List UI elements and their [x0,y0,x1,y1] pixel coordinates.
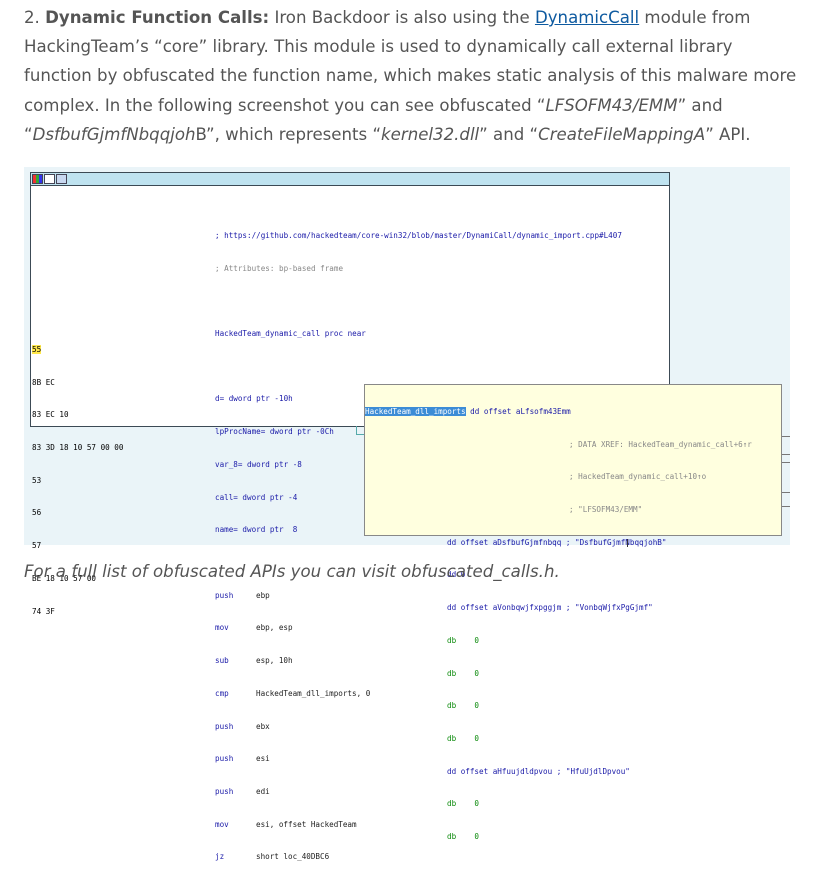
attributes-comment: ; Attributes: bp-based frame [215,263,344,273]
data-row: db 0 [447,832,480,842]
data-row: db 0 [447,701,480,711]
url-comment: ; https://github.com/hackedteam/core-win… [215,230,622,240]
italic-1: LFSOFM43/EMM [545,95,678,115]
text-4: B”, which represents “ [195,124,382,144]
proc-header: HackedTeam_dynamic_call proc near [215,328,366,338]
opcode: 57 [32,541,42,551]
text-5: ” and “ [479,124,539,144]
data-row: dd offset aVonbqwjfxpggjm ; "VonbqWjfxPg… [447,603,653,613]
article-paragraph: 2. Dynamic Function Calls: Iron Backdoor… [24,3,804,149]
text-1: Iron Backdoor is also using the [269,8,535,27]
caption: For a full list of obfuscated APIs you c… [24,562,560,581]
graph-edge [627,539,628,547]
zoom-icon[interactable] [56,174,67,184]
window-titlebar [31,173,669,186]
color-palette-icon[interactable] [32,174,43,184]
opcode-bytes: 55 8B EC 83 EC 10 83 3D 18 10 57 00 00 5… [32,323,123,639]
opcode: 53 [32,475,42,485]
xref-comment: ; HackedTeam_dynamic_call+10↑o [569,472,707,482]
paragraph-lead: Dynamic Function Calls: [45,8,270,27]
data-row: dd offset aDsfbufGjmfnbqq ; "DsfbufGjmfN… [447,537,667,547]
data-row: dd offset aHfuujdldpvou ; "HfuUjdlDpvou" [447,766,630,776]
text-6: ” API. [705,124,751,144]
tooltip-head: dd offset aLfsofm43Emm [465,406,571,416]
data-row: db 0 [447,635,480,645]
data-row: db 0 [447,734,480,743]
string-comment: ; "LFSOFM43/EMM" [569,504,643,514]
opcode: 56 [32,508,42,518]
ida-screenshot: ; https://github.com/hackedteam/core-win… [24,167,790,861]
opcode: 83 3D 18 10 57 00 00 [32,442,124,452]
italic-4: CreateFileMappingA [538,124,706,144]
opcode: 55 [32,344,42,354]
italic-3: kernel32.dll [381,124,480,144]
italic-2: DsfbufGjmfNbqqjoh [32,124,196,144]
graph-view-icon[interactable] [44,174,55,184]
xref-comment: ; DATA XREF: HackedTeam_dynamic_call+6↑r [569,439,752,449]
data-row: db 0 [447,668,480,678]
opcode: 8B EC [32,377,55,387]
opcode: 83 EC 10 [32,410,69,420]
tooltip-label: HackedTeam_dll_imports [365,406,466,416]
hover-tooltip: HackedTeam_dll_imports dd offset aLfsofm… [364,384,782,841]
paragraph-number: 2. [24,8,40,27]
opcode: 74 3F [32,606,55,616]
dynamiccall-link[interactable]: DynamicCall [535,8,639,27]
data-row: db 0 [447,799,480,809]
